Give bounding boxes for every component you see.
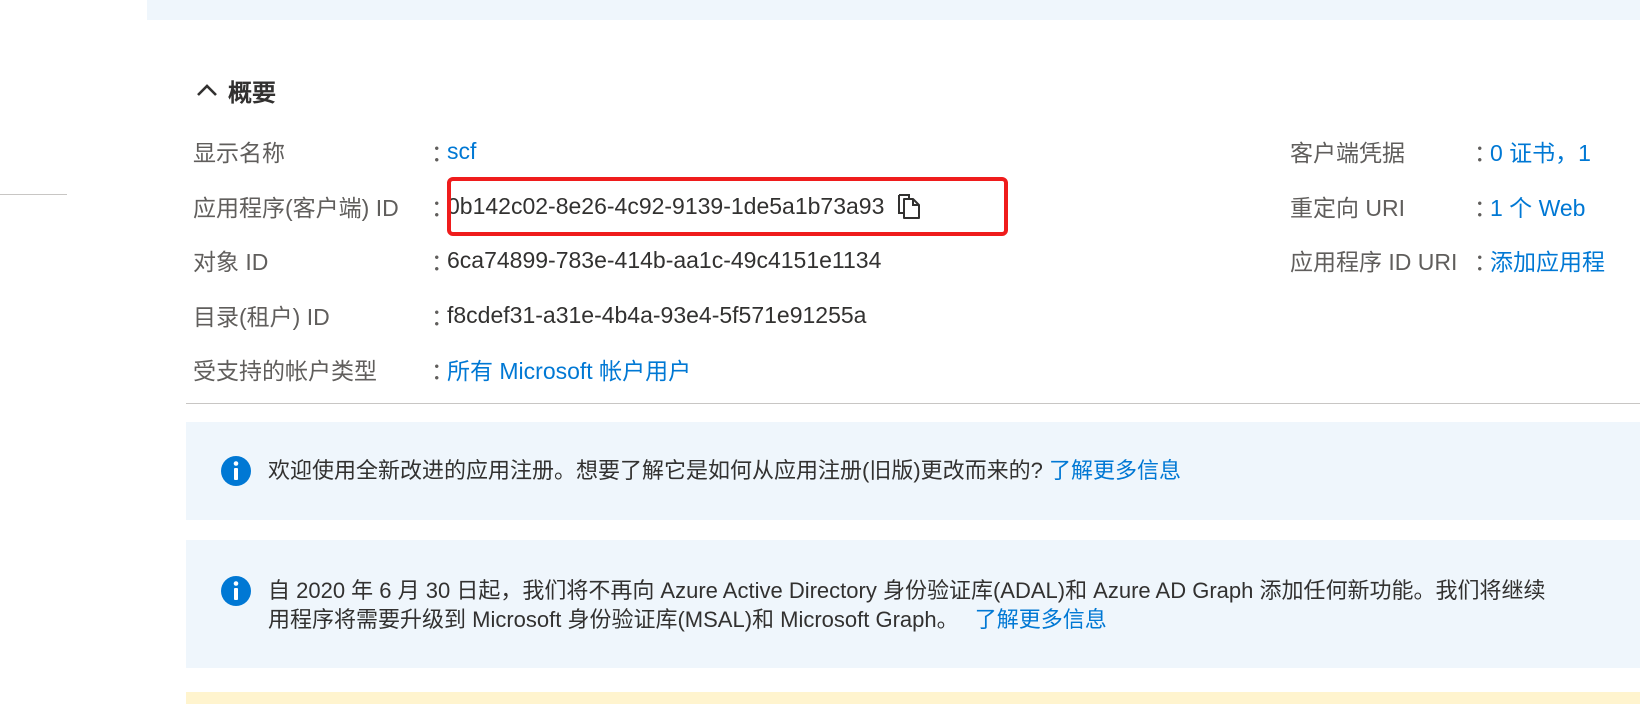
prop-object-id: 对象 ID ： 6ca74899-783e-414b-aa1c-49c4151e… <box>193 243 881 277</box>
prop-label: 目录(租户) ID <box>193 304 330 330</box>
info-icon <box>220 455 252 487</box>
info-message: 用程序将需要升级到 Microsoft 身份验证库(MSAL)和 Microso… <box>268 607 959 632</box>
essentials-title: 概要 <box>228 79 276 107</box>
essentials-divider <box>186 403 1640 404</box>
prop-colon: ： <box>431 358 454 384</box>
prop-colon: ： <box>431 140 454 166</box>
prop-display-name: 显示名称 ： scf <box>193 134 476 168</box>
app-registration-overview: 概要 显示名称 ： scf 应用程序(客户端) ID ： 0b142c02-8e… <box>0 0 1640 704</box>
app-id-value: 0b142c02-8e26-4c92-9139-1de5a1b73a93 <box>447 192 885 219</box>
display-name-link[interactable]: scf <box>447 138 476 165</box>
prop-client-credentials: 客户端凭据 ： 0 证书，1 <box>1290 134 1591 168</box>
prop-label: 客户端凭据 <box>1290 140 1405 166</box>
prop-colon: ： <box>1474 140 1497 166</box>
learn-more-link[interactable]: 了解更多信息 <box>1049 458 1181 483</box>
client-credentials-link[interactable]: 0 证书，1 <box>1490 134 1591 168</box>
copy-icon[interactable] <box>896 192 922 220</box>
info-message: 欢迎使用全新改进的应用注册。想要了解它是如何从应用注册(旧版)更改而来的? <box>268 458 1043 483</box>
prop-label: 重定向 URI <box>1290 195 1405 221</box>
info-banner-new-experience: 欢迎使用全新改进的应用注册。想要了解它是如何从应用注册(旧版)更改而来的? 了解… <box>186 422 1640 520</box>
prop-account-types: 受支持的帐户类型 ： 所有 Microsoft 帐户用户 <box>193 352 691 386</box>
info-text-line2: 用程序将需要升级到 Microsoft 身份验证库(MSAL)和 Microso… <box>268 605 1107 635</box>
info-icon <box>220 575 252 607</box>
app-id-uri-link[interactable]: 添加应用程 <box>1490 243 1605 277</box>
prop-colon: ： <box>1474 195 1497 221</box>
account-types-link[interactable]: 所有 Microsoft 帐户用户 <box>447 352 691 386</box>
prop-label: 对象 ID <box>193 249 269 275</box>
object-id-value: 6ca74899-783e-414b-aa1c-49c4151e1134 <box>447 246 882 273</box>
prop-redirect-uris: 重定向 URI ： 1 个 Web <box>1290 189 1585 223</box>
prop-label: 应用程序(客户端) ID <box>193 195 399 221</box>
prop-app-id-uri: 应用程序 ID URI ： 添加应用程 <box>1290 243 1605 277</box>
info-text-line1: 自 2020 年 6 月 30 日起，我们将不再向 Azure Active D… <box>268 578 1546 603</box>
info-banner-adal-deprecation: 自 2020 年 6 月 30 日起，我们将不再向 Azure Active D… <box>186 540 1640 668</box>
left-nav-divider <box>0 194 67 195</box>
prop-app-id: 应用程序(客户端) ID ： 0b142c02-8e26-4c92-9139-1… <box>193 189 922 223</box>
prop-colon: ： <box>431 249 454 275</box>
prop-colon: ： <box>431 304 454 330</box>
top-banner-strip <box>147 0 1640 20</box>
prop-label: 显示名称 <box>193 140 285 166</box>
info-text: 欢迎使用全新改进的应用注册。想要了解它是如何从应用注册(旧版)更改而来的? 了解… <box>268 456 1181 486</box>
prop-label: 受支持的帐户类型 <box>193 358 377 384</box>
chevron-up-icon <box>196 79 218 101</box>
prop-colon: ： <box>431 195 454 221</box>
prop-tenant-id: 目录(租户) ID ： f8cdef31-a31e-4b4a-93e4-5f57… <box>193 298 866 332</box>
learn-more-link[interactable]: 了解更多信息 <box>975 607 1107 632</box>
warning-banner-edge <box>186 692 1640 704</box>
prop-colon: ： <box>1474 249 1497 275</box>
essentials-toggle[interactable]: 概要 <box>196 72 276 108</box>
prop-label: 应用程序 ID URI <box>1290 249 1458 275</box>
redirect-uris-link[interactable]: 1 个 Web <box>1490 189 1585 223</box>
tenant-id-value: f8cdef31-a31e-4b4a-93e4-5f571e91255a <box>447 301 867 328</box>
